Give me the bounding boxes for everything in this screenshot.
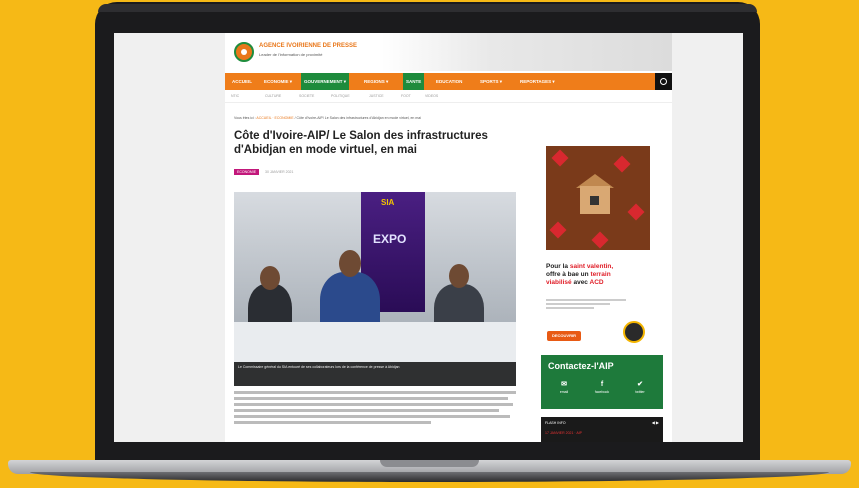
subnav-item[interactable]: JUSTICE [369,94,384,98]
ad-text-line2: offre à bae un [546,271,591,278]
nav-item-regions[interactable]: REGIONS ▾ [361,73,391,90]
contact-title: Contactez-l'AIP [548,361,614,371]
twitter-icon: ✔ [637,381,643,388]
nav-item-education[interactable]: EDUCATION [433,73,465,90]
person-left-head [260,266,280,290]
banner-logo-text: SIA [381,198,395,207]
person-right-head [449,264,469,288]
lid-highlight [98,4,757,12]
subnav-item[interactable]: NTIC [231,94,239,98]
article-body [234,391,516,427]
nav-item-reportages[interactable]: REPORTAGES ▾ [517,73,558,90]
subnav-item[interactable]: FOOT [401,94,411,98]
breadcrumb-current: / Côte d'Ivoire-AIP/ Le Salon des infras… [293,116,421,120]
subnav-item[interactable]: CULTURE [265,94,281,98]
subnav-item[interactable]: POLITIQUE [331,94,350,98]
nav-item-sante[interactable]: SANTE [403,73,425,90]
search-icon[interactable] [655,73,672,90]
article-date: 30 JANVIER 2021 [265,170,294,174]
ad-fine-print [546,299,626,311]
ad-text-line3: avec [571,279,590,286]
ad-text-line3-highlight: viabilisé [546,279,572,286]
person-center-head [339,250,361,277]
email-icon: ✉ [561,381,567,388]
breadcrumb-link[interactable]: ACCUEIL · ECONOMIE [256,116,293,120]
contact-facebook-link[interactable]: f facebook [589,381,615,395]
laptop-notch [380,460,479,467]
banner-expo-text: EXPO [373,232,407,246]
contact-widget: Contactez-l'AIP ✉ email f facebook ✔ twi… [541,355,663,409]
breadcrumb-prefix: Vous êtes ici : [234,116,257,120]
carousel-arrows-icon[interactable]: ◀ ▶ [652,420,659,425]
nav-item-accueil[interactable]: ACCUEIL [229,73,255,90]
nav-item-sports[interactable]: SPORTS ▾ [477,73,505,90]
photo-caption: Le Commissaire général du SIA entouré de… [234,362,516,386]
site-brand[interactable]: AGENCE IVOIRIENNE DE PRESSE [259,43,357,49]
site-tagline: Leader de l'information de proximité [259,52,323,57]
category-badge[interactable]: ECONOMIE [234,169,260,175]
ad-text-line1-highlight: saint valentin, [569,263,614,270]
contact-twitter-link[interactable]: ✔ twitter [627,381,653,395]
flash-info-heading: FLASH INFO [545,421,566,425]
subnav-item[interactable]: SOCIETE [299,94,314,98]
subnav-item[interactable]: VIDEOS [425,94,438,98]
contact-label: twitter [635,390,645,394]
article-title: Côte d'Ivoire-AIP/ Le Salon des infrastr… [234,130,488,156]
ad-discover-button[interactable]: DECOUVRIR [547,331,581,341]
contact-label: email [559,390,569,394]
contact-label: facebook [594,390,610,394]
laptop-base-shadow [30,472,829,482]
laptop-screen: AGENCE IVOIRIENNE DE PRESSE Leader de l'… [114,33,743,442]
nav-item-gouvernement[interactable]: GOUVERNEMENT ▾ [301,73,350,90]
nav-item-economie[interactable]: ECONOMIE ▾ [261,73,295,90]
flash-info-item[interactable]: 17 JANVIER 2021 · AIP [545,431,582,435]
main-nav: ACCUEIL ECONOMIE ▾ GOUVERNEMENT ▾ REGION… [225,73,672,90]
ad-text-line2-highlight: terrain [590,271,611,278]
advertiser-logo [623,321,645,343]
page-gutter-right [672,33,743,442]
article-photo: SIA EXPO Le Commissaire général du SIA e… [234,192,516,386]
contact-email-link[interactable]: ✉ email [551,381,577,395]
ad-text-line3-brand: ACD [589,279,604,286]
ad-text-line1: Pour la [546,263,570,270]
sub-nav: NTIC CULTURE SOCIETE POLITIQUE JUSTICE F… [225,92,672,103]
breadcrumb: Vous êtes ici : ACCUEIL · ECONOMIE / Côt… [234,116,421,120]
website: AGENCE IVOIRIENNE DE PRESSE Leader de l'… [225,33,672,442]
flash-info-widget: FLASH INFO ◀ ▶ 17 JANVIER 2021 · AIP [541,417,663,442]
sidebar-ad-text: Pour la saint valentin, offre à bae un t… [546,263,654,287]
page-gutter-left [114,33,225,442]
conference-table [234,322,516,362]
aip-logo[interactable] [234,42,254,62]
sidebar-ad-image[interactable] [546,146,650,250]
facebook-icon: f [600,381,604,388]
